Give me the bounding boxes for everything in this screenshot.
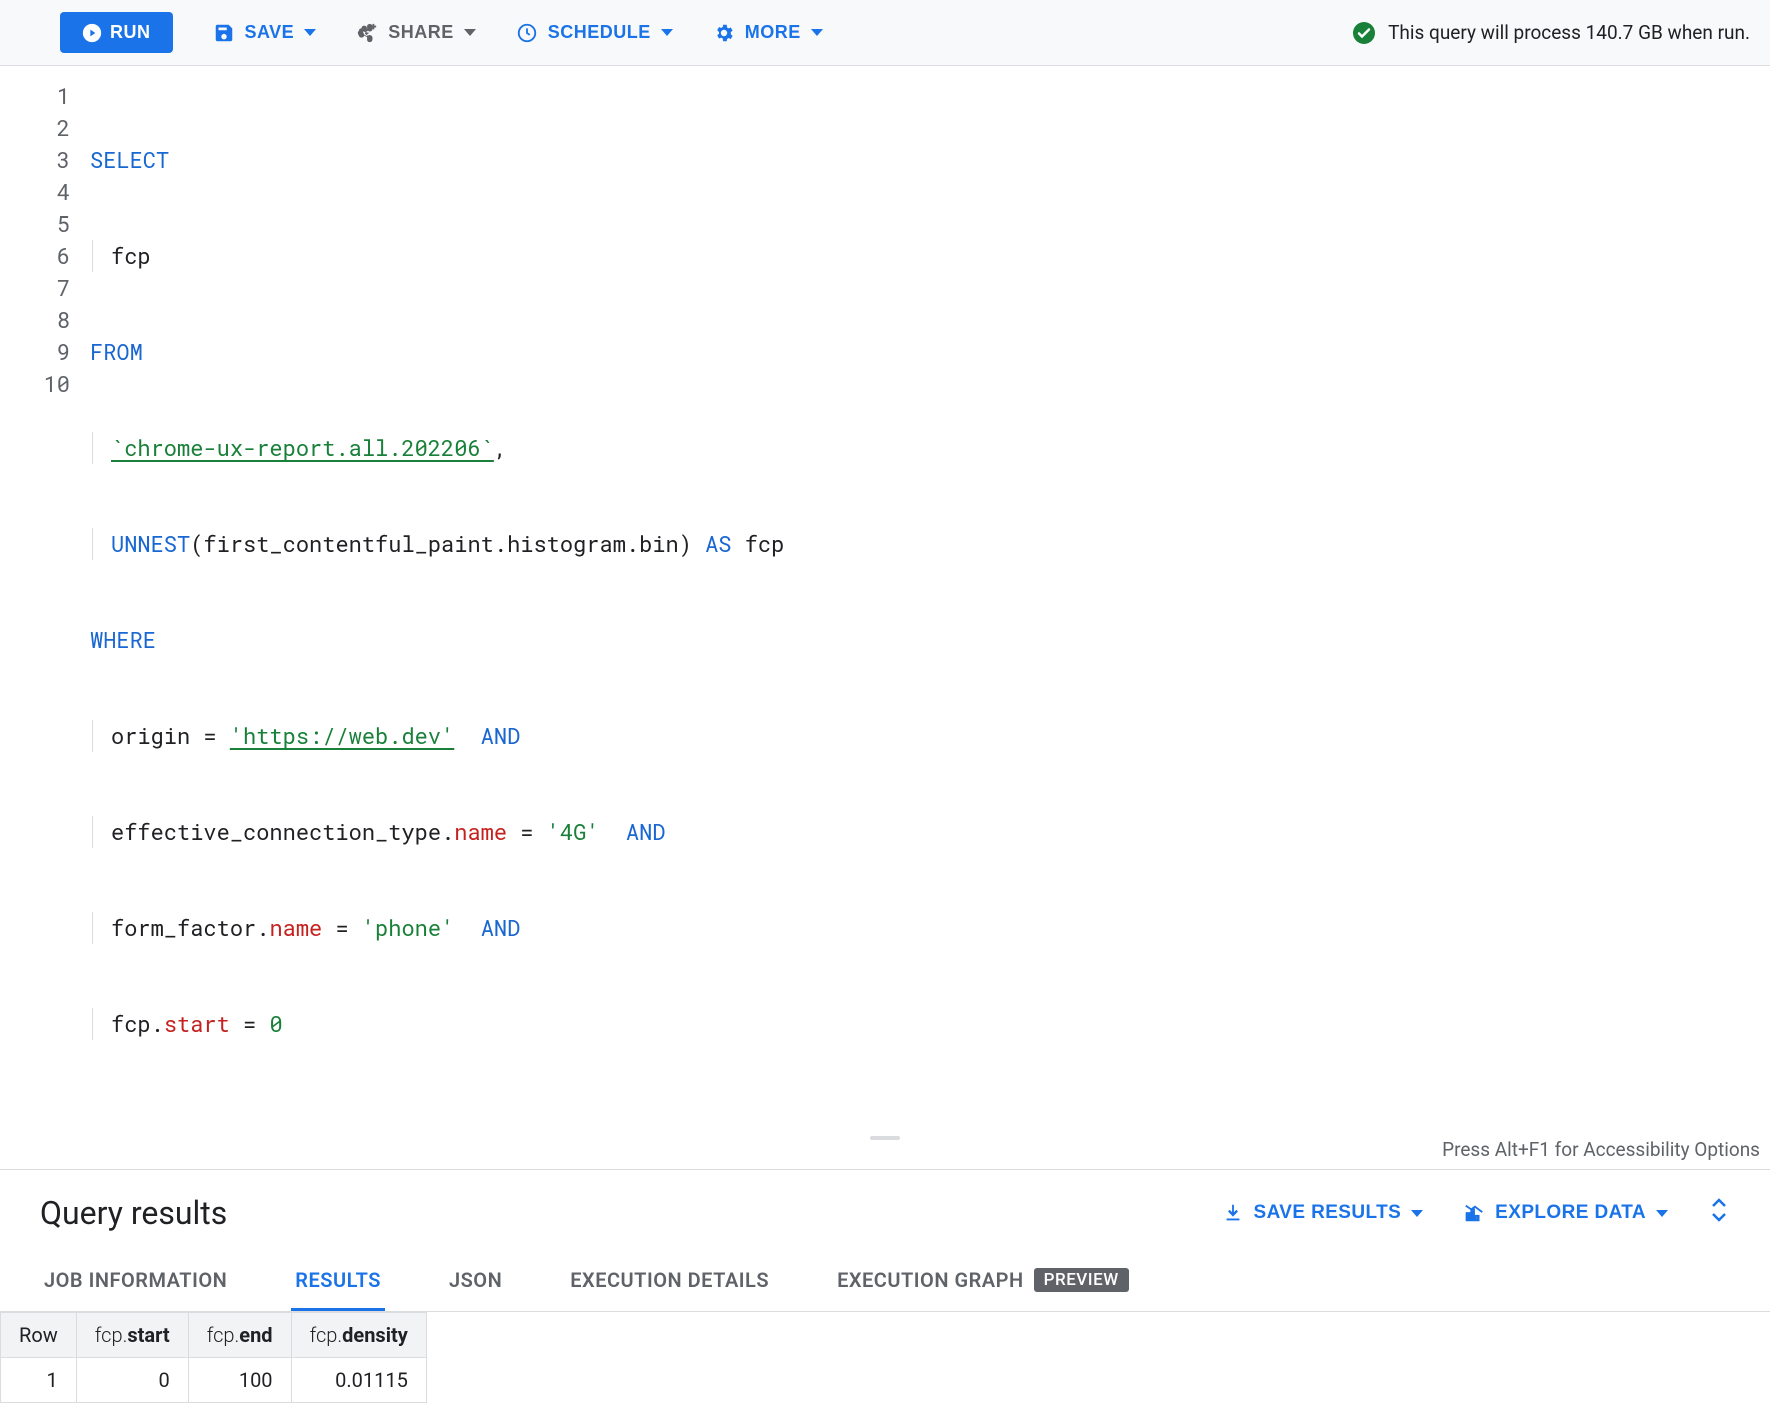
col-fcp-start[interactable]: fcp.start <box>76 1313 188 1358</box>
share-icon <box>356 22 378 44</box>
more-label: MORE <box>745 22 801 43</box>
results-header: Query results SAVE RESULTS EXPLORE DATA <box>0 1170 1770 1252</box>
results-table: Row fcp.start fcp.end fcp.density 1 0 10… <box>0 1312 427 1403</box>
tab-job-information[interactable]: JOB INFORMATION <box>40 1252 231 1311</box>
schedule-label: SCHEDULE <box>548 22 651 43</box>
table-row[interactable]: 1 0 100 0.01115 <box>1 1358 427 1403</box>
save-label: SAVE <box>245 22 295 43</box>
more-button[interactable]: MORE <box>713 22 823 44</box>
cell-row-num: 1 <box>1 1358 77 1403</box>
resize-handle[interactable] <box>870 1136 900 1140</box>
code-area[interactable]: SELECT fcp FROM `chrome-ux-report.all.20… <box>90 80 1770 1104</box>
preview-badge: PREVIEW <box>1034 1268 1129 1292</box>
sql-editor[interactable]: 1 2 3 4 5 6 7 8 9 10 SELECT fcp FROM `ch… <box>0 66 1770 1134</box>
table-header-row: Row fcp.start fcp.end fcp.density <box>1 1313 427 1358</box>
chart-icon <box>1463 1202 1485 1224</box>
share-label: SHARE <box>388 22 454 43</box>
check-circle-icon <box>1352 21 1376 45</box>
cell-density: 0.01115 <box>291 1358 426 1403</box>
run-button[interactable]: RUN <box>60 12 173 53</box>
clock-icon <box>516 22 538 44</box>
gear-icon <box>713 22 735 44</box>
chevron-down-icon <box>464 29 476 36</box>
expand-collapse-toggle[interactable] <box>1708 1196 1730 1230</box>
schedule-button[interactable]: SCHEDULE <box>516 22 673 44</box>
explore-data-button[interactable]: EXPLORE DATA <box>1463 1202 1668 1224</box>
chevron-down-icon <box>811 29 823 36</box>
save-results-label: SAVE RESULTS <box>1254 1202 1402 1224</box>
col-row[interactable]: Row <box>1 1313 77 1358</box>
chevron-down-icon <box>304 29 316 36</box>
save-results-button[interactable]: SAVE RESULTS <box>1222 1202 1424 1224</box>
results-tabs: JOB INFORMATION RESULTS JSON EXECUTION D… <box>0 1252 1770 1312</box>
tab-json[interactable]: JSON <box>445 1252 506 1311</box>
results-title: Query results <box>40 1194 227 1232</box>
save-button[interactable]: SAVE <box>213 22 317 44</box>
tab-results[interactable]: RESULTS <box>291 1252 385 1311</box>
query-validation-status: This query will process 140.7 GB when ru… <box>1352 21 1750 45</box>
share-button[interactable]: SHARE <box>356 22 476 44</box>
tab-execution-details[interactable]: EXECUTION DETAILS <box>566 1252 773 1311</box>
download-icon <box>1222 1202 1244 1224</box>
cell-end: 100 <box>188 1358 291 1403</box>
chevron-down-icon <box>661 29 673 36</box>
chevron-down-icon <box>1656 1210 1668 1217</box>
run-label: RUN <box>110 22 151 43</box>
save-icon <box>213 22 235 44</box>
line-gutter: 1 2 3 4 5 6 7 8 9 10 <box>0 80 90 1104</box>
status-text: This query will process 140.7 GB when ru… <box>1388 21 1750 44</box>
accessibility-hint: Press Alt+F1 for Accessibility Options <box>0 1134 1770 1170</box>
query-toolbar: RUN SAVE SHARE SCHEDULE MORE This qu <box>0 0 1770 66</box>
col-fcp-end[interactable]: fcp.end <box>188 1313 291 1358</box>
tab-execution-graph[interactable]: EXECUTION GRAPH PREVIEW <box>833 1252 1133 1311</box>
play-icon <box>82 23 102 43</box>
col-fcp-density[interactable]: fcp.density <box>291 1313 426 1358</box>
chevron-down-icon <box>1411 1210 1423 1217</box>
explore-data-label: EXPLORE DATA <box>1495 1202 1646 1224</box>
cell-start: 0 <box>76 1358 188 1403</box>
